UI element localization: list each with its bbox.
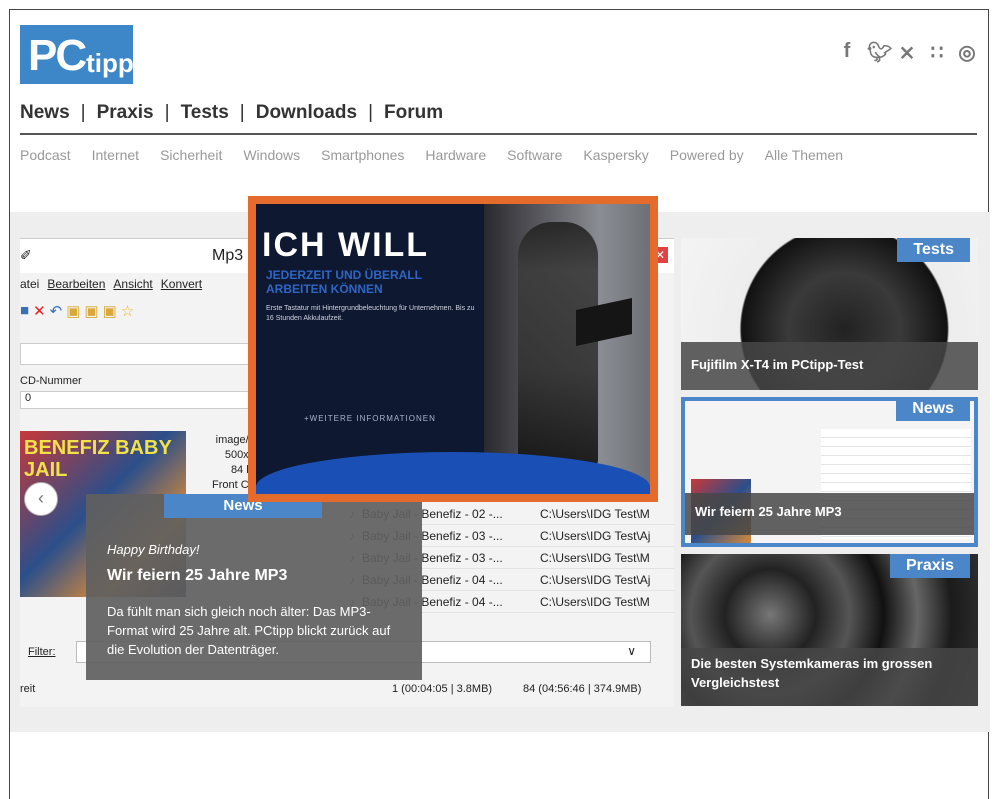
subnav-software[interactable]: Software [507, 147, 562, 163]
file-path: C:\Users\IDG Test\Aj [540, 528, 651, 543]
image-info-line: 84 l [230, 464, 249, 476]
article-headline[interactable]: Wir feiern 25 Jahre MP3 [107, 567, 287, 585]
status-bar: reit 1 (00:04:05 | 3.8MB) 84 (04:56:46 |… [20, 679, 674, 701]
subnav-alle-themen[interactable]: Alle Themen [765, 147, 843, 163]
image-info-line: 500x [224, 449, 249, 461]
nav-news[interactable]: News [20, 102, 70, 124]
subnav-smartphones[interactable]: Smartphones [321, 147, 404, 163]
sub-nav: Podcast Internet Sicherheit Windows Smar… [20, 147, 864, 163]
category-tag: Praxis [889, 554, 970, 578]
chevron-down-icon: ∨ [627, 644, 636, 658]
folder-icon: ▣ [66, 303, 81, 320]
subnav-kaspersky[interactable]: Kaspersky [583, 147, 648, 163]
teaser-card-tests[interactable]: Tests Fujifilm X-T4 im PCtipp-Test [681, 238, 978, 390]
logo-tipp: tipp [86, 48, 134, 78]
teaser-headline: Wir feiern 25 Jahre MP3 [685, 493, 974, 535]
window-toolbar: ■ ✕ ↶ ▣ ▣ ▣ ☆ [20, 302, 134, 320]
status-ready: reit [20, 683, 36, 695]
category-tag: News [896, 397, 970, 421]
nav-separator: | [80, 102, 86, 123]
ad-small-text: Erste Tastatur mit Hintergrundbeleuchtun… [266, 305, 475, 322]
article-teaser: Da fühlt man sich gleich noch älter: Das… [107, 604, 391, 657]
filter-label: Filter: [28, 646, 56, 658]
subnav-windows[interactable]: Windows [243, 147, 300, 163]
subnav-hardware[interactable]: Hardware [425, 147, 486, 163]
image-info-line: image/ [215, 434, 249, 446]
menu-bearbeiten: Bearbeiten [47, 277, 106, 291]
instagram-icon[interactable]: ◎ [957, 40, 977, 65]
file-path: C:\Users\IDG Test\M [540, 506, 650, 521]
slider-prev-button[interactable]: ‹ [24, 482, 58, 516]
nav-divider [20, 133, 977, 135]
folder-icon: ▣ [102, 303, 117, 320]
file-path: C:\Users\IDG Test\M [540, 550, 650, 565]
nav-separator: | [368, 102, 374, 123]
nav-praxis[interactable]: Praxis [97, 102, 154, 124]
menu-ansicht: Ansicht [113, 277, 153, 291]
xing-icon[interactable]: ⨯ [897, 40, 917, 65]
slider-caption[interactable]: News Happy Birthday! Wir feiern 25 Jahre… [86, 494, 422, 680]
main-nav: News | Praxis | Tests | Downloads | Forum [20, 102, 443, 124]
album-cover-text: BENEFIZ BABY JAIL [24, 437, 172, 481]
delete-icon: ✕ [33, 303, 46, 320]
status-selection: 1 (00:04:05 | 3.8MB) [392, 683, 493, 695]
save-icon: ■ [20, 302, 30, 319]
nav-downloads[interactable]: Downloads [256, 102, 357, 124]
facebook-icon[interactable]: f [837, 40, 857, 65]
subnav-internet[interactable]: Internet [92, 147, 139, 163]
app-icon: ✐ [20, 247, 32, 263]
window-title: Mp3 [212, 247, 244, 264]
subnav-sicherheit[interactable]: Sicherheit [160, 147, 222, 163]
ad-more-info-link[interactable]: +WEITERE INFORMATIONEN [304, 414, 436, 423]
file-path: C:\Users\IDG Test\M [540, 594, 650, 609]
ad-person-image [518, 222, 598, 468]
window-menubar: atei Bearbeiten Ansicht Konvert [20, 277, 202, 291]
social-links: f 🐦︎ ⨯ ∷ ◎ [837, 40, 977, 65]
status-total: 84 (04:56:46 | 374.9MB) [523, 683, 642, 695]
nav-separator: | [164, 102, 170, 123]
pctipp-logo[interactable]: PC tipp [20, 25, 134, 84]
teaser-headline: Die besten Systemkameras im grossen Verg… [681, 648, 978, 706]
cd-number-label: CD-Nummer [20, 375, 82, 387]
nav-separator: | [239, 102, 245, 123]
subnav-powered-by[interactable]: Powered by [670, 147, 744, 163]
menu-konvert: Konvert [160, 277, 203, 291]
ad-content: ICH WILL JEDERZEIT UND ÜBERALL ARBEITEN … [256, 204, 650, 494]
advertisement-banner[interactable]: ICH WILL JEDERZEIT UND ÜBERALL ARBEITEN … [248, 196, 658, 502]
nav-forum[interactable]: Forum [384, 102, 443, 124]
file-path: C:\Users\IDG Test\Aj [540, 572, 651, 587]
nav-tests[interactable]: Tests [181, 102, 229, 124]
ad-subheadline: JEDERZEIT UND ÜBERALL ARBEITEN KÖNNEN [266, 268, 422, 296]
undo-icon: ↶ [49, 303, 63, 320]
twitter-icon[interactable]: 🐦︎ [867, 40, 892, 65]
image-info-line: Front C [212, 479, 249, 491]
menu-datei: atei [20, 277, 40, 291]
chevron-left-icon: ‹ [38, 488, 44, 508]
article-kicker: Happy Birthday! [107, 542, 200, 557]
teaser-card-praxis[interactable]: Praxis Die besten Systemkameras im gross… [681, 554, 978, 706]
image-info: image/ 500x 84 l Front C [212, 433, 249, 493]
subnav-podcast[interactable]: Podcast [20, 147, 71, 163]
teaser-headline: Fujifilm X-T4 im PCtipp-Test [681, 342, 978, 390]
rss-icon[interactable]: ∷ [927, 40, 947, 65]
teaser-card-news[interactable]: News Wir feiern 25 Jahre MP3 [681, 397, 978, 547]
logo-pc: PC [28, 31, 87, 80]
ad-headline: ICH WILL [262, 226, 430, 264]
star-icon: ☆ [120, 303, 135, 320]
folder-icon: ▣ [84, 303, 99, 320]
category-tag: Tests [897, 238, 970, 262]
